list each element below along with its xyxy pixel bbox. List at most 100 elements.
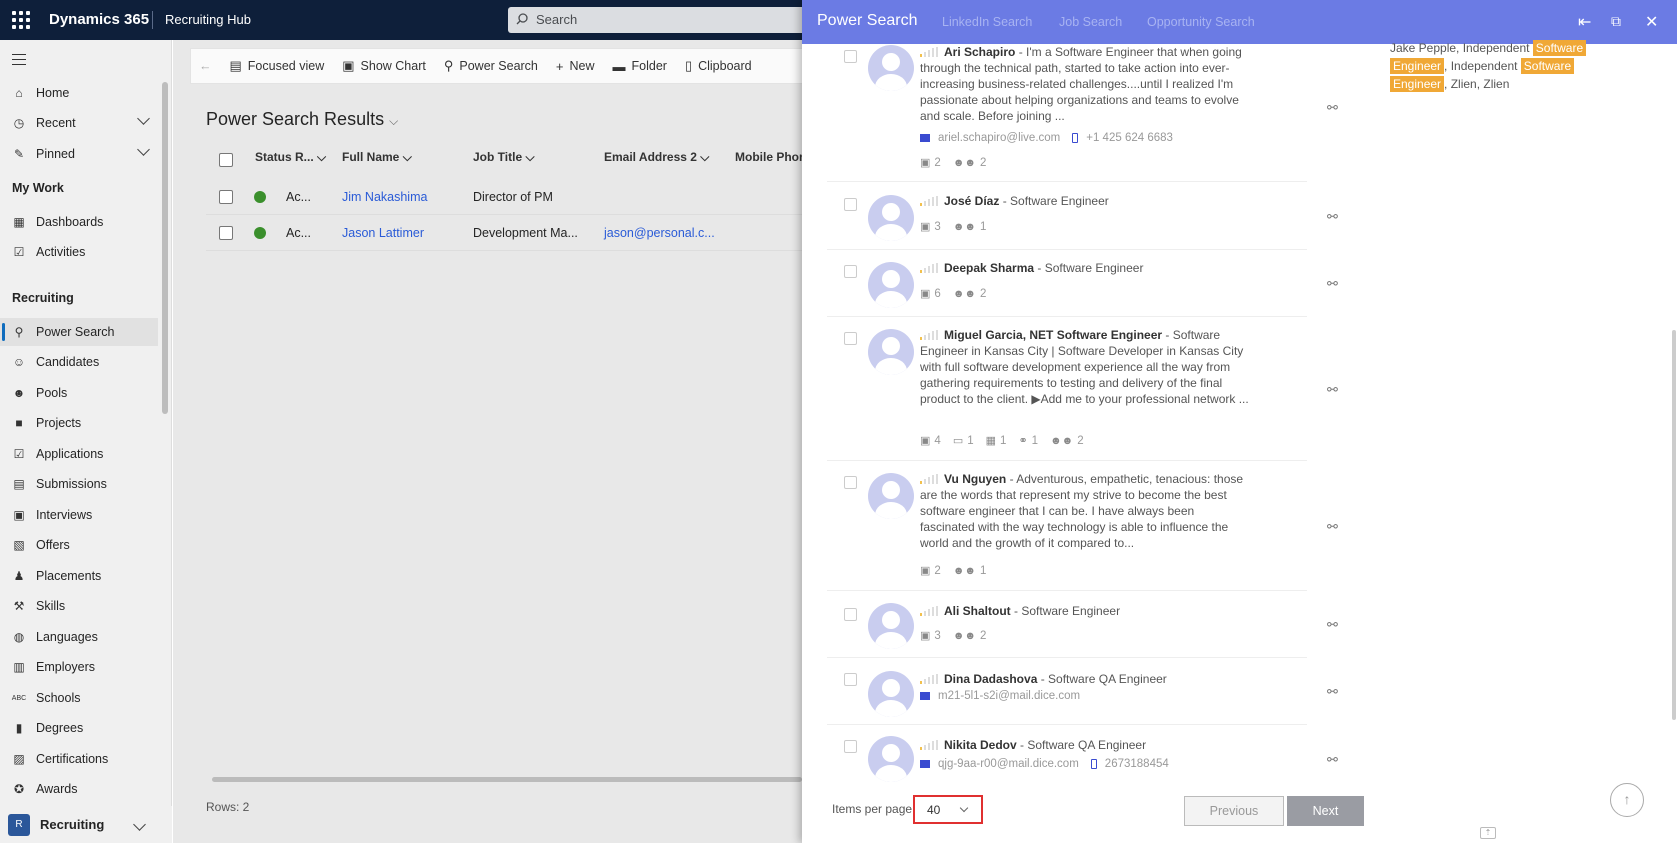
sidebar-item-pinned[interactable]: ✎ Pinned <box>0 140 158 168</box>
candidate-checkbox[interactable] <box>844 476 857 489</box>
binoculars-icon[interactable]: ⚯ <box>1327 382 1338 398</box>
power-search-button[interactable]: ⚲ Power Search <box>444 58 538 74</box>
candidate-name[interactable]: Nikita Dedov <box>944 738 1017 752</box>
sidebar-item-power-search[interactable]: ⚲ Power Search <box>0 318 158 346</box>
candidate-card[interactable]: Ali Shaltout - Software Engineer ▣ 3 ☻☻ 2 <box>827 596 1307 658</box>
global-search-input[interactable]: Search <box>508 7 828 33</box>
sidebar-item-degrees[interactable]: ▮ Degrees <box>0 714 158 742</box>
tab-power-search[interactable]: Power Search <box>817 12 918 30</box>
candidate-checkbox[interactable] <box>844 265 857 278</box>
column-header-job-title[interactable]: Job Title ⌵ <box>473 150 535 165</box>
candidate-name[interactable]: José Díaz <box>944 194 999 208</box>
email-text[interactable]: qjg-9aa-r00@mail.dice.com <box>938 758 1079 770</box>
folder-button[interactable]: ▬ Folder <box>613 59 667 74</box>
area-switcher[interactable]: R Recruiting <box>0 806 172 843</box>
column-header-full-name[interactable]: Full Name ⌵ <box>342 150 412 165</box>
binoculars-icon[interactable]: ⚯ <box>1327 684 1338 700</box>
open-new-window-icon[interactable]: ⧉ <box>1611 13 1621 30</box>
sidebar-item-applications[interactable]: ☑ Applications <box>0 440 158 468</box>
table-row[interactable]: Ac... Jason Lattimer Development Ma... j… <box>206 217 806 251</box>
chevron-down-icon[interactable]: ⌵ <box>389 114 398 128</box>
candidate-card[interactable]: Ari Schapiro - I'm a Software Engineer t… <box>827 44 1307 182</box>
candidate-name[interactable]: Ali Shaltout <box>944 604 1011 618</box>
candidate-name[interactable]: Dina Dadashova <box>944 672 1037 686</box>
candidate-name[interactable]: Ari Schapiro <box>944 45 1015 59</box>
candidate-checkbox[interactable] <box>844 198 857 211</box>
sidebar-item-interviews[interactable]: ▣ Interviews <box>0 501 158 529</box>
page-title[interactable]: Power Search Results ⌵ <box>206 109 398 130</box>
tab-linkedin-search[interactable]: LinkedIn Search <box>942 15 1032 29</box>
chevron-down-icon[interactable] <box>137 112 150 125</box>
row-checkbox[interactable] <box>219 190 233 204</box>
sidebar-scrollbar[interactable] <box>162 82 168 414</box>
binoculars-icon[interactable]: ⚯ <box>1327 100 1338 116</box>
expand-icon[interactable]: ⇡ <box>1480 827 1496 839</box>
scroll-to-top-button[interactable]: ↑ <box>1610 783 1644 817</box>
show-chart-button[interactable]: ▣ Show Chart <box>342 58 426 74</box>
sidebar-item-activities[interactable]: ☑ Activities <box>0 238 158 266</box>
candidate-card[interactable]: Nikita Dedov - Software QA Engineer qjg-… <box>827 730 1307 785</box>
candidate-card[interactable]: Deepak Sharma - Software Engineer ▣ 6 ☻☻ 2 <box>827 255 1307 317</box>
column-header-email[interactable]: Email Address 2 ⌵ <box>604 150 709 165</box>
sidebar-item-offers[interactable]: ▧ Offers <box>0 531 158 559</box>
name-link[interactable]: Jason Lattimer <box>342 226 424 240</box>
chevron-down-icon[interactable] <box>137 143 150 156</box>
email-link[interactable]: jason@personal.c... <box>604 226 715 240</box>
sidebar-item-pools[interactable]: ☻ Pools <box>0 379 158 407</box>
sidebar-item-awards[interactable]: ✪ Awards <box>0 775 158 803</box>
column-header-status[interactable]: Status R... ⌵ <box>255 150 326 165</box>
candidate-checkbox[interactable] <box>844 50 857 63</box>
next-button[interactable]: Next <box>1287 796 1364 826</box>
binoculars-icon[interactable]: ⚯ <box>1327 519 1338 535</box>
binoculars-icon[interactable]: ⚯ <box>1327 752 1338 768</box>
email-text[interactable]: ariel.schapiro@live.com <box>938 132 1060 144</box>
column-header-mobile-phone[interactable]: Mobile Phon <box>735 150 806 164</box>
sidebar-item-certifications[interactable]: ▨ Certifications <box>0 745 158 773</box>
close-icon[interactable]: ✕ <box>1645 12 1658 32</box>
sidebar-item-projects[interactable]: ■ Projects <box>0 409 158 437</box>
phone-text[interactable]: +1 425 624 6683 <box>1086 132 1173 144</box>
sidebar-item-skills[interactable]: ⚒ Skills <box>0 592 158 620</box>
email-text[interactable]: m21-5l1-s2i@mail.dice.com <box>938 690 1080 702</box>
candidate-name[interactable]: Deepak Sharma <box>944 261 1034 275</box>
sidebar-item-submissions[interactable]: ▤ Submissions <box>0 470 158 498</box>
items-per-page-select[interactable]: 40 <box>913 795 983 824</box>
candidate-checkbox[interactable] <box>844 673 857 686</box>
binoculars-icon[interactable]: ⚯ <box>1327 617 1338 633</box>
candidate-name[interactable]: Miguel Garcia, NET Software Engineer <box>944 328 1162 342</box>
sidebar-item-recent[interactable]: ◷ Recent <box>0 109 158 137</box>
candidate-card[interactable]: Miguel Garcia, NET Software Engineer - S… <box>827 322 1307 461</box>
clipboard-button[interactable]: ▯ Clipboard <box>685 58 752 74</box>
sidebar-item-dashboards[interactable]: ▦ Dashboards <box>0 208 158 236</box>
tab-opportunity-search[interactable]: Opportunity Search <box>1147 15 1255 29</box>
candidate-card[interactable]: José Díaz - Software Engineer ▣ 3 ☻☻ 1 <box>827 188 1307 250</box>
focused-view-button[interactable]: ▤ Focused view <box>230 58 325 74</box>
candidate-name[interactable]: Vu Nguyen <box>944 472 1006 486</box>
binoculars-icon[interactable]: ⚯ <box>1327 209 1338 225</box>
menu-icon[interactable] <box>12 54 26 69</box>
previous-button[interactable]: Previous <box>1184 796 1284 826</box>
candidate-card[interactable]: Dina Dadashova - Software QA Engineer m2… <box>827 663 1307 725</box>
binoculars-icon[interactable]: ⚯ <box>1327 276 1338 292</box>
sidebar-item-home[interactable]: ⌂ Home <box>0 79 158 107</box>
panel-scrollbar[interactable] <box>1672 330 1676 720</box>
sidebar-item-employers[interactable]: ▥ Employers <box>0 653 158 681</box>
sidebar-item-placements[interactable]: ♟ Placements <box>0 562 158 590</box>
sidebar-item-candidates[interactable]: ☺ Candidates <box>0 348 158 376</box>
sidebar-item-languages[interactable]: ◍ Languages <box>0 623 158 651</box>
horizontal-scrollbar[interactable] <box>212 777 802 782</box>
candidate-card[interactable]: Vu Nguyen - Adventurous, empathetic, ten… <box>827 466 1307 591</box>
new-button[interactable]: + New <box>556 59 595 74</box>
collapse-left-icon[interactable]: ⇤ <box>1578 12 1591 32</box>
select-all-checkbox[interactable] <box>219 153 233 167</box>
sidebar-item-schools[interactable]: ABC Schools <box>0 684 158 712</box>
back-icon[interactable]: ← <box>199 59 212 73</box>
row-checkbox[interactable] <box>219 226 233 240</box>
tab-job-search[interactable]: Job Search <box>1059 15 1122 29</box>
app-launcher-icon[interactable] <box>12 11 30 29</box>
candidate-checkbox[interactable] <box>844 332 857 345</box>
brand-title[interactable]: Dynamics 365 <box>49 11 149 28</box>
candidate-checkbox[interactable] <box>844 740 857 753</box>
app-name[interactable]: Recruiting Hub <box>165 12 251 27</box>
phone-text[interactable]: 2673188454 <box>1105 758 1169 770</box>
